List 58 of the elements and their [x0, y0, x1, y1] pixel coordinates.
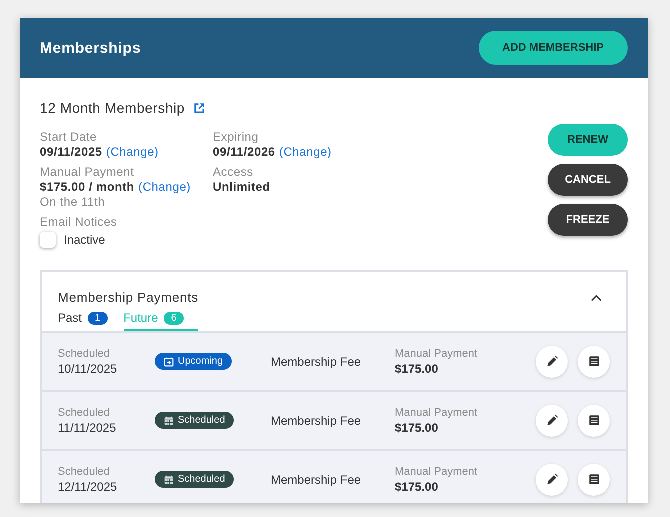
- payment-description: Membership Fee: [271, 354, 362, 368]
- field-value: 09/11/2025: [40, 145, 102, 159]
- payment-method: Manual Payment: [395, 466, 479, 478]
- edit-button[interactable]: [536, 404, 568, 436]
- tab[interactable]: Past 1: [58, 311, 108, 331]
- action-button[interactable]: FREEZE: [548, 204, 628, 236]
- chevron-up-icon[interactable]: [591, 294, 602, 302]
- payment-date: 12/11/2025: [58, 480, 118, 494]
- page-title: Memberships: [40, 40, 142, 56]
- payment-amount: $175.00: [395, 480, 440, 494]
- payment-description: Membership Fee: [271, 472, 362, 486]
- field-label: Expiring: [213, 130, 260, 144]
- field-label: Start Date: [40, 130, 98, 144]
- payment-amount: $175.00: [395, 420, 440, 434]
- checkbox-label: Inactive: [64, 233, 106, 247]
- checkbox[interactable]: [40, 232, 56, 248]
- pencil-icon: [546, 414, 558, 427]
- date-label: Scheduled: [58, 406, 111, 418]
- pencil-icon: [546, 355, 558, 368]
- add-membership-button[interactable]: ADD MEMBERSHIP: [478, 31, 628, 65]
- change-link[interactable]: (Change): [106, 145, 159, 159]
- details-button[interactable]: [578, 346, 610, 378]
- details-button[interactable]: [578, 404, 610, 436]
- action-button[interactable]: CANCEL: [548, 164, 628, 196]
- list-icon: [588, 414, 600, 427]
- status-badge: Upcoming: [155, 353, 232, 370]
- payment-date: 11/11/2025: [58, 420, 118, 434]
- details-button[interactable]: [578, 464, 610, 496]
- status-badge: Scheduled: [155, 471, 234, 488]
- date-label: Scheduled: [58, 348, 111, 360]
- payment-method: Manual Payment: [395, 406, 479, 418]
- panel-title: Membership Payments: [58, 290, 199, 305]
- payment-description: Membership Fee: [271, 414, 362, 428]
- pencil-icon: [546, 473, 558, 486]
- payment-date: 10/11/2025: [58, 362, 118, 376]
- edit-button[interactable]: [536, 464, 568, 496]
- action-button[interactable]: RENEW: [548, 124, 628, 156]
- calendar-sync-icon: [164, 356, 174, 366]
- field-value: $175.00 / month: [40, 180, 135, 194]
- list-icon: [588, 473, 600, 486]
- field-label: Access: [213, 165, 254, 179]
- membership-name: 12 Month Membership: [40, 100, 185, 116]
- change-link[interactable]: (Change): [138, 180, 191, 194]
- field-label: Manual Payment: [40, 165, 136, 179]
- list-icon: [588, 355, 600, 368]
- change-link[interactable]: (Change): [279, 145, 332, 159]
- field-note: On the 11th: [40, 195, 106, 209]
- payment-method: Manual Payment: [395, 348, 479, 360]
- external-link-icon[interactable]: [193, 102, 206, 114]
- payment-amount: $175.00: [395, 362, 440, 376]
- date-label: Scheduled: [58, 466, 111, 478]
- status-badge: Scheduled: [155, 412, 234, 429]
- field-label: Email Notices: [40, 215, 118, 229]
- field-value: 09/11/2026: [213, 145, 276, 159]
- field-value: Unlimited: [213, 180, 270, 194]
- edit-button[interactable]: [536, 346, 568, 378]
- calendar-icon: [164, 416, 174, 426]
- calendar-icon: [164, 474, 174, 484]
